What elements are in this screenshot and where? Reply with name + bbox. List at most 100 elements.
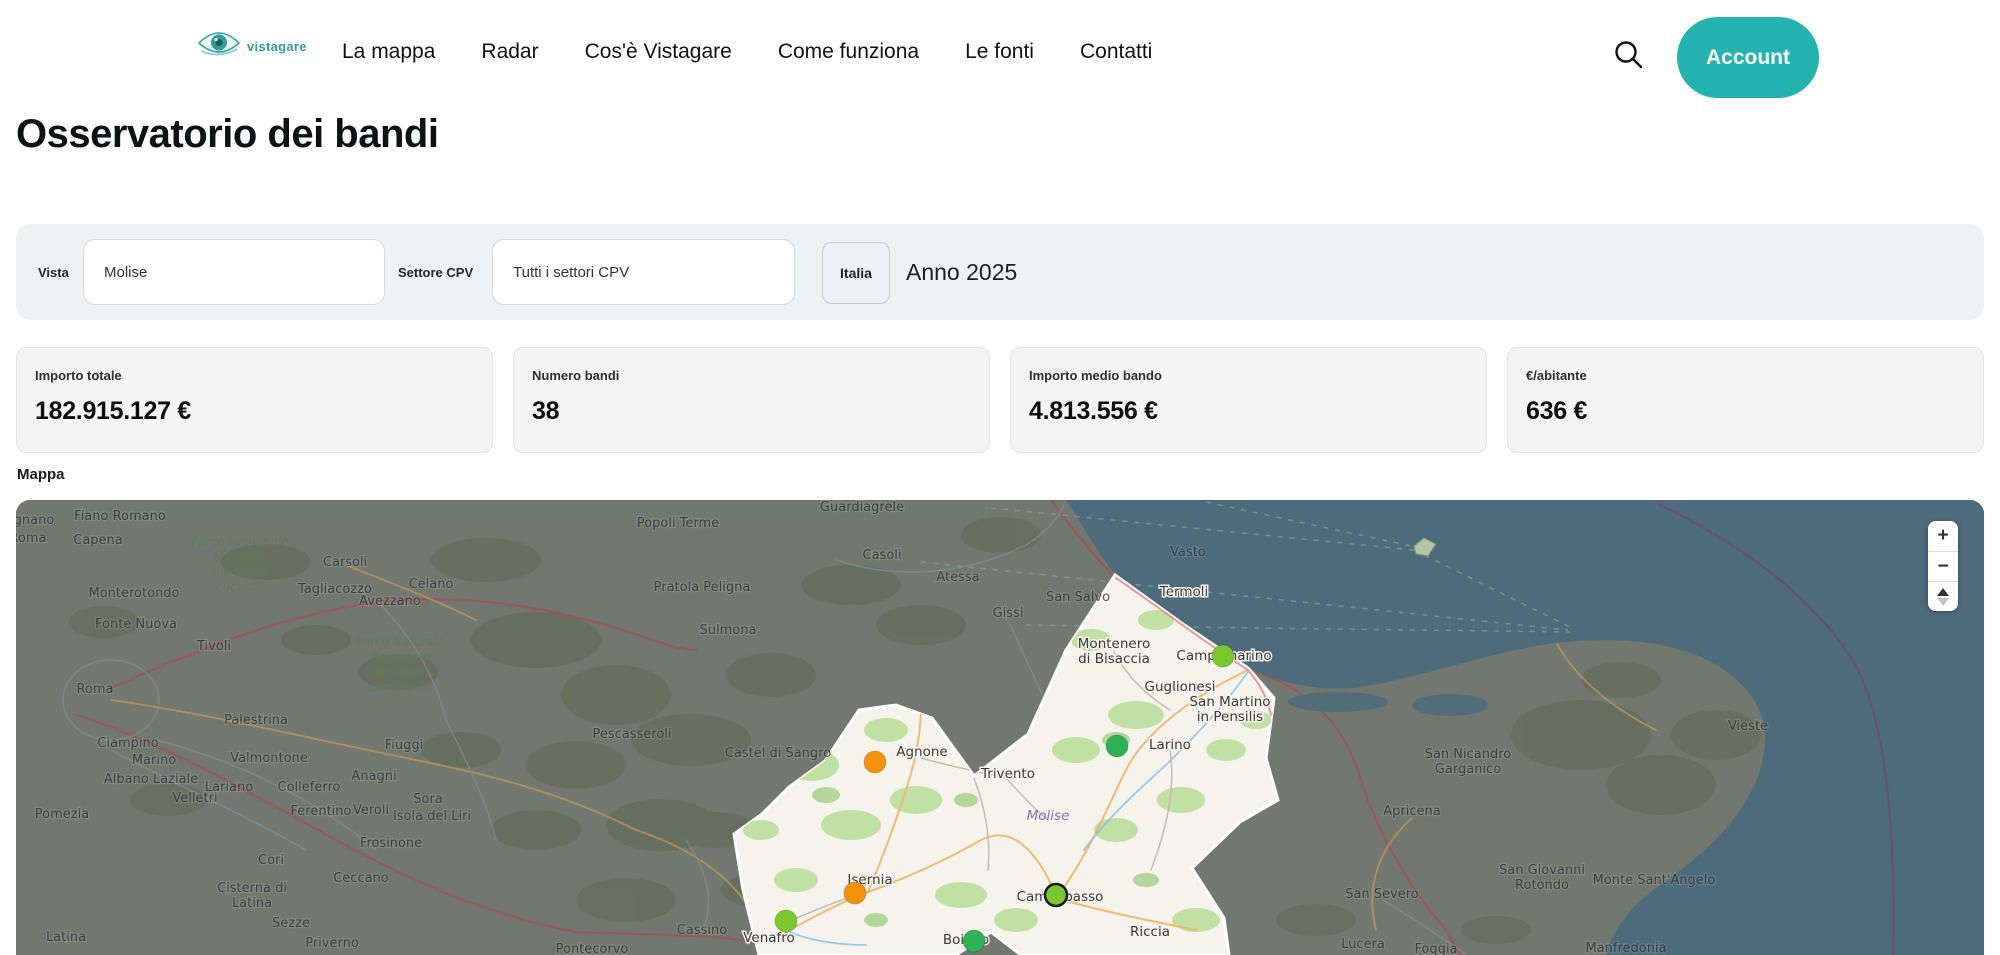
map-place-label: Montenerodi Bisaccia — [1078, 636, 1150, 667]
map-place-label: Ciampino — [97, 736, 158, 751]
map-marker[interactable] — [1212, 645, 1234, 667]
map-place-label: Avezzano — [359, 594, 421, 609]
nav-item-la-mappa[interactable]: La mappa — [342, 40, 435, 64]
stats-row: Importo totale182.915.127 € Numero bandi 3… — [16, 347, 1984, 453]
map-place-label: Roma — [16, 531, 47, 546]
map-marker[interactable] — [1045, 884, 1067, 906]
map-section-label: Mappa — [17, 466, 65, 483]
map-place-label: Roma — [76, 682, 113, 697]
nav-item-le-fonti[interactable]: Le fonti — [965, 40, 1034, 64]
stat-value: 636 € — [1526, 397, 1965, 426]
map-place-label: Isola del Liri — [393, 809, 471, 824]
map-marker[interactable] — [775, 910, 797, 932]
map-canvas[interactable]: agnanoRomaFiano RomanoCapenaMonterotondo… — [16, 500, 1984, 955]
map-place-label: Monterotondo — [88, 586, 179, 601]
italia-button[interactable]: Italia — [822, 242, 890, 304]
map-place-label: Atessa — [936, 570, 979, 585]
map-place-label: Vasto — [1170, 545, 1206, 560]
map-place-label: Casoli — [863, 548, 902, 563]
map-place-label: Popoli Terme — [637, 516, 719, 531]
header: vistagare La mappa Radar Cos'è Vistagare Co… — [0, 0, 2000, 104]
stat-label: Numero bandi — [532, 368, 971, 383]
map-place-label: Manfredonia — [1585, 941, 1666, 955]
map-marker[interactable] — [1106, 735, 1128, 757]
zoom-out-button[interactable]: − — [1928, 551, 1958, 581]
map-place-label: Ferentino — [291, 804, 352, 819]
map-place-label: Fiano Romano — [74, 509, 166, 524]
map-place-label: Cori — [258, 853, 284, 868]
map-place-label: Pontecorvo — [556, 942, 629, 955]
pitch-up-icon — [1937, 588, 1949, 596]
map-marker[interactable] — [864, 751, 886, 773]
map-place-label: Larino — [1149, 737, 1191, 753]
map-place-label: San NicandroGarganico — [1425, 747, 1512, 777]
map-place-label: Velletri — [172, 791, 217, 806]
map-place-label: Veroli — [353, 803, 389, 818]
map-place-label: Agnone — [896, 744, 947, 760]
map-place-label: Lucera — [1341, 937, 1385, 952]
map-place-label: Riccia — [1130, 924, 1170, 940]
nav-item-cos-vistagare[interactable]: Cos'è Vistagare — [585, 40, 732, 64]
map-place-label: Albano Laziale — [104, 772, 198, 787]
settore-cpv-input[interactable]: Tutti i settori CPV — [492, 239, 795, 305]
map-place-label: Latina — [46, 930, 86, 945]
map-place-label: Apricena — [1383, 804, 1440, 819]
map-place-label: Anagni — [351, 769, 396, 784]
map-controls: + − — [1928, 521, 1958, 611]
vistagare-eye-icon — [196, 28, 242, 65]
account-button[interactable]: Account — [1677, 17, 1819, 98]
map-place-label: Fonte Nuova — [95, 617, 177, 632]
map-place-label: Celano — [409, 577, 454, 592]
map-place-label: Fiuggi — [385, 738, 424, 753]
nav-item-radar[interactable]: Radar — [481, 40, 538, 64]
map-place-label: Tivoli — [196, 639, 231, 654]
map-place-label: Sulmona — [700, 623, 757, 638]
compass-button[interactable] — [1928, 581, 1958, 611]
stat-value: 38 — [532, 397, 971, 426]
pitch-down-icon — [1937, 598, 1949, 606]
filter-bar: Vista Molise Settore CPV Tutti i settori… — [16, 224, 1984, 320]
map-place-label: Valmontone — [230, 751, 308, 766]
settore-cpv-label: Settore CPV — [398, 265, 473, 280]
map-place-label: Sora — [413, 792, 443, 807]
map-place-label: Guardiagrele — [820, 500, 904, 515]
anno-selector[interactable]: Anno 2025 — [906, 224, 1017, 320]
search-icon[interactable] — [1612, 38, 1646, 72]
map-place-label: Vieste — [1728, 719, 1768, 734]
vista-input[interactable]: Molise — [83, 239, 385, 305]
vista-label: Vista — [38, 265, 69, 280]
map-place-label: San Severo — [1345, 887, 1419, 902]
stat-label: Importo medio bando — [1029, 368, 1468, 383]
page-title: Osservatorio dei bandi — [16, 112, 438, 157]
map-place-label: Ceccano — [333, 871, 389, 886]
map-place-label: Termoli — [1159, 584, 1208, 600]
map-place-label: Priverno — [305, 936, 359, 951]
logo[interactable]: vistagare — [196, 28, 307, 65]
map-place-label: San Martinoin Pensilis — [1189, 694, 1270, 725]
map-place-label: Pomezia — [35, 807, 89, 822]
stat-value: 4.813.556 € — [1029, 397, 1468, 426]
stat-card: Importo totale182.915.127 € — [16, 347, 493, 453]
map-marker[interactable] — [844, 882, 866, 904]
map-place-label: Castel di Sangro — [725, 746, 831, 761]
nav-item-contatti[interactable]: Contatti — [1080, 40, 1152, 64]
map-place-label: Carsoli — [323, 555, 367, 570]
stat-label: €/abitante — [1526, 368, 1965, 383]
map-place-label: Trivento — [980, 766, 1035, 782]
map-marker[interactable] — [963, 930, 985, 952]
map-place-label: Foggia — [1414, 942, 1457, 955]
map-place-label: Guglionesi — [1145, 679, 1216, 695]
nav-item-come-funziona[interactable]: Come funziona — [778, 40, 919, 64]
stat-card: Numero bandi 38 — [513, 347, 990, 453]
main-nav: La mappa Radar Cos'è Vistagare Come funzion… — [342, 0, 1152, 104]
map-place-label: Palestrina — [224, 713, 288, 728]
map-place-label: Molise — [1027, 808, 1070, 824]
map-place-label: Colleferro — [278, 780, 341, 795]
page: vistagare La mappa Radar Cos'è Vistagare Co… — [0, 0, 2000, 955]
map-place-label: Capena — [73, 533, 123, 548]
zoom-in-button[interactable]: + — [1928, 521, 1958, 551]
map-place-label: Gissi — [993, 606, 1024, 621]
logo-brand-text: vistagare — [247, 39, 307, 54]
map-place-label: Pratola Peligna — [654, 580, 751, 595]
map-place-label: Cassino — [677, 923, 727, 938]
